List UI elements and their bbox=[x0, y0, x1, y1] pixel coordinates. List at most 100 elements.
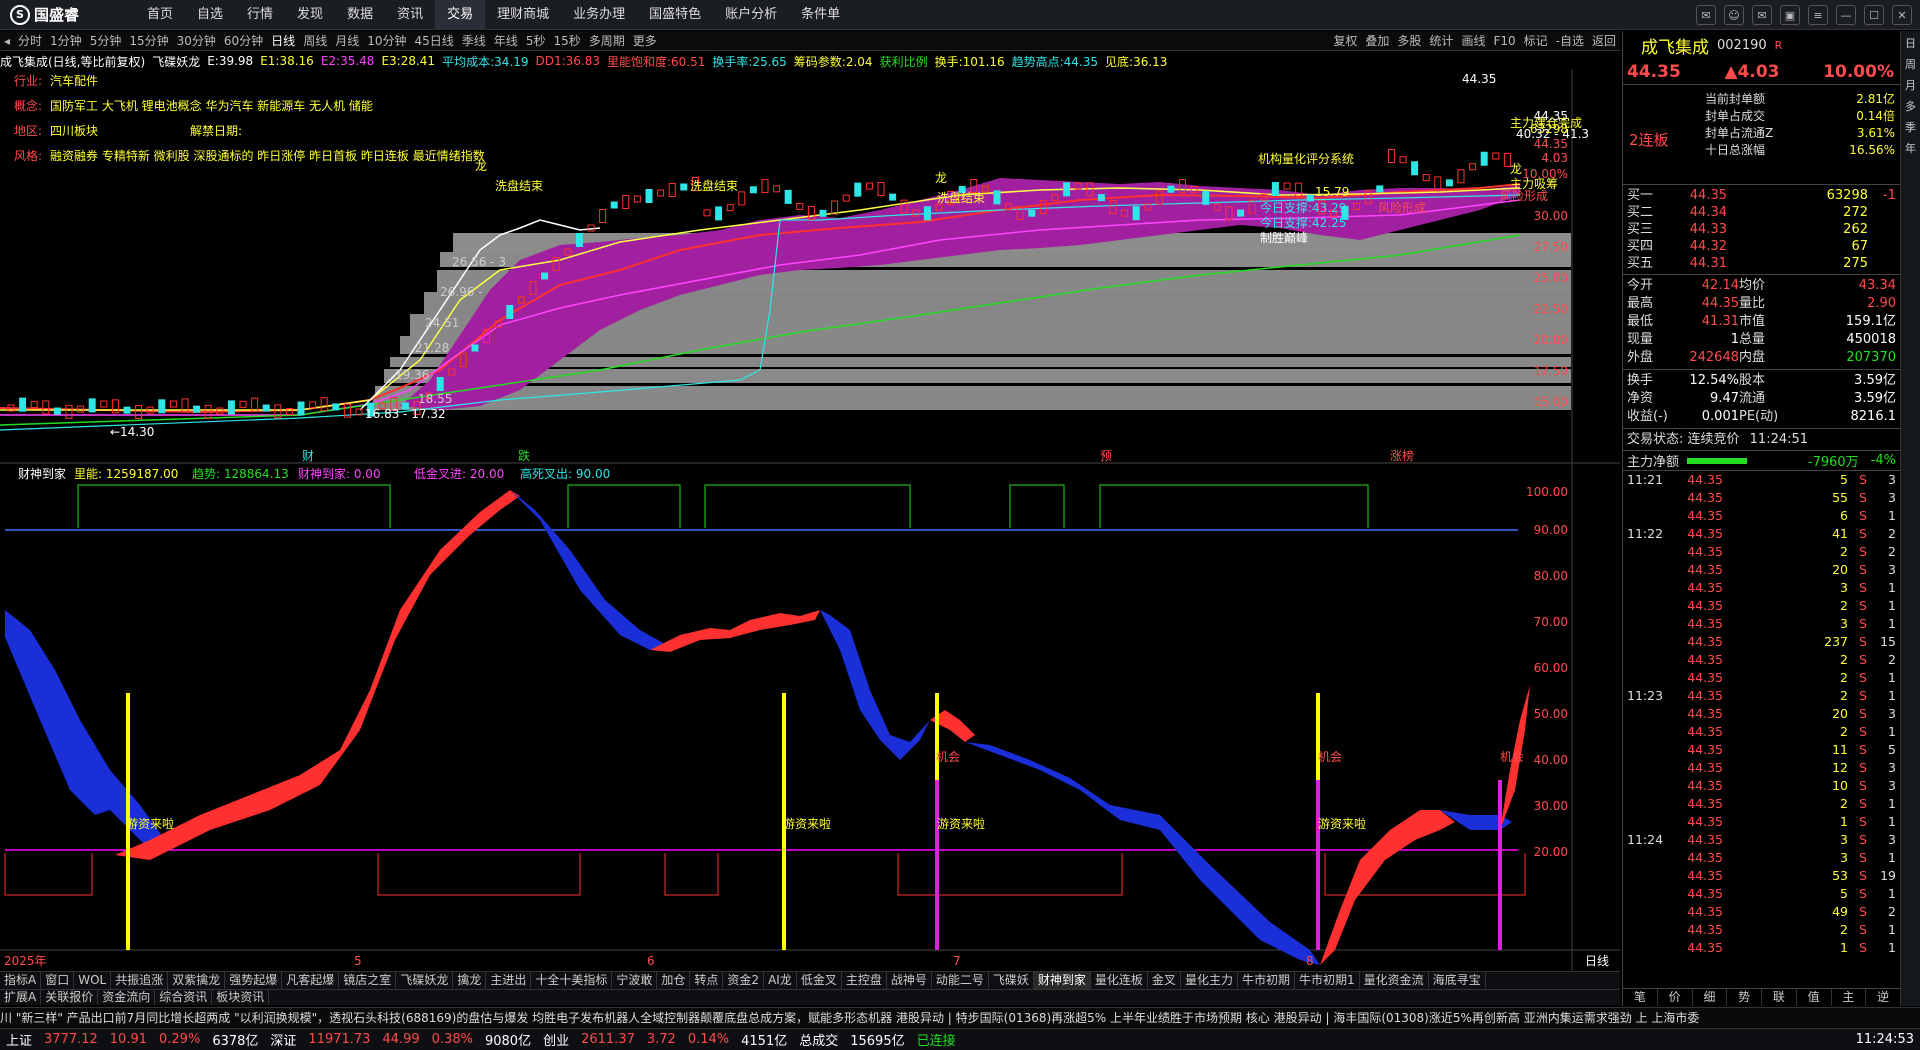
period-4[interactable]: 30分钟 bbox=[173, 31, 220, 51]
rail-item-2[interactable]: 月 bbox=[1905, 77, 1916, 95]
period-16[interactable]: 更多 bbox=[629, 31, 661, 51]
indicator-tab-28[interactable]: 量化资金流 bbox=[1360, 972, 1429, 989]
indicator-tab-10[interactable]: 主进出 bbox=[486, 972, 532, 989]
toolbar-btn-5[interactable]: F10 bbox=[1489, 31, 1519, 51]
message-icon[interactable]: ✉ bbox=[1696, 5, 1716, 25]
menu-item-5[interactable]: 资讯 bbox=[385, 0, 435, 30]
rail-item-0[interactable]: 日 bbox=[1905, 35, 1916, 53]
menu-item-3[interactable]: 发现 bbox=[285, 0, 335, 30]
rail-item-3[interactable]: 多 bbox=[1905, 98, 1916, 116]
indicator-tab-4[interactable]: 双紫擒龙 bbox=[168, 972, 226, 989]
indicator-tab-14[interactable]: 转点 bbox=[690, 972, 724, 989]
toolbar-btn-3[interactable]: 统计 bbox=[1425, 31, 1457, 51]
quote-tab-6[interactable]: 主 bbox=[1832, 989, 1867, 1006]
indicator-tab-26[interactable]: 牛市初期 bbox=[1238, 972, 1295, 989]
quote-tab-0[interactable]: 笔 bbox=[1623, 989, 1658, 1006]
period-2[interactable]: 5分钟 bbox=[86, 31, 126, 51]
indicator-tab-6[interactable]: 凡客起爆 bbox=[282, 972, 340, 989]
app-logo[interactable]: S 国盛睿 bbox=[0, 4, 135, 25]
menu-item-10[interactable]: 账户分析 bbox=[713, 0, 789, 30]
user-icon[interactable]: ☺ bbox=[1724, 5, 1744, 25]
period-8[interactable]: 月线 bbox=[331, 31, 363, 51]
tick-list[interactable]: 11:21 44.35 5 S 3 44.35 55 S 3 44.35 6 S 1 11:22 44.35… bbox=[1623, 471, 1900, 957]
indicator-tab-16[interactable]: AI龙 bbox=[764, 972, 797, 989]
book-row-4[interactable]: 买五 44.31 275 bbox=[1623, 255, 1900, 272]
ext-tab-1[interactable]: 关联报价 bbox=[41, 990, 99, 1005]
toolbar-btn-8[interactable]: 返回 bbox=[1588, 31, 1620, 51]
book-row-1[interactable]: 买二 44.34 272 bbox=[1623, 204, 1900, 221]
indicator-tab-12[interactable]: 宁波敢 bbox=[612, 972, 658, 989]
index-name-1[interactable]: 深证 bbox=[270, 1030, 296, 1049]
indicator-tab-2[interactable]: WOL bbox=[74, 972, 112, 989]
indicator-tab-0[interactable]: 指标A bbox=[0, 972, 42, 989]
indicator-tab-17[interactable]: 低金叉 bbox=[797, 972, 842, 989]
toolbar-btn-2[interactable]: 多股 bbox=[1393, 31, 1425, 51]
indicator-tab-23[interactable]: 量化连板 bbox=[1091, 972, 1148, 989]
rail-item-5[interactable]: 年 bbox=[1905, 140, 1916, 158]
menu-item-4[interactable]: 数据 bbox=[335, 0, 385, 30]
rail-item-1[interactable]: 周 bbox=[1905, 56, 1916, 74]
period-9[interactable]: 10分钟 bbox=[363, 31, 410, 51]
quote-tab-5[interactable]: 值 bbox=[1797, 989, 1832, 1006]
indicator-tab-5[interactable]: 强势起爆 bbox=[225, 972, 283, 989]
indicator-tab-20[interactable]: 动能二号 bbox=[932, 972, 989, 989]
quote-tab-2[interactable]: 细 bbox=[1693, 989, 1728, 1006]
rail-item-4[interactable]: 季 bbox=[1905, 119, 1916, 137]
ext-tab-4[interactable]: 板块资讯 bbox=[212, 990, 270, 1005]
indicator-tab-11[interactable]: 十全十美指标 bbox=[531, 972, 613, 989]
toolbar-btn-6[interactable]: 标记 bbox=[1520, 31, 1552, 51]
kline-chart[interactable]: 行业: 汽车配件 概念: 国防军工 大飞机 锂电池概念 华为汽车 新能源车 无人… bbox=[0, 70, 1620, 970]
close-icon[interactable]: ✕ bbox=[1892, 5, 1912, 25]
period-12[interactable]: 年线 bbox=[490, 31, 522, 51]
menu-item-9[interactable]: 国盛特色 bbox=[637, 0, 713, 30]
period-6[interactable]: 日线 bbox=[267, 31, 299, 51]
period-5[interactable]: 60分钟 bbox=[220, 31, 267, 51]
chart-svg[interactable]: 行业: 汽车配件 概念: 国防军工 大飞机 锂电池概念 华为汽车 新能源车 无人… bbox=[0, 70, 1620, 970]
indicator-tab-18[interactable]: 主控盘 bbox=[842, 972, 887, 989]
ext-tab-2[interactable]: 资金流向 bbox=[98, 990, 156, 1005]
indicator-tab-22[interactable]: 财神到家 bbox=[1033, 972, 1091, 989]
period-14[interactable]: 15秒 bbox=[549, 31, 584, 51]
indicator-tab-25[interactable]: 量化主力 bbox=[1181, 972, 1238, 989]
period-3[interactable]: 15分钟 bbox=[125, 31, 172, 51]
indicator-tab-7[interactable]: 镜店之室 bbox=[339, 972, 397, 989]
index-name-0[interactable]: 上证 bbox=[6, 1030, 32, 1049]
period-0[interactable]: 分时 bbox=[14, 31, 46, 51]
skin-icon[interactable]: ▣ bbox=[1780, 5, 1800, 25]
indicator-tab-29[interactable]: 海底寻宝 bbox=[1429, 972, 1486, 989]
indicator-tab-8[interactable]: 飞碟妖龙 bbox=[396, 972, 454, 989]
quote-tab-1[interactable]: 价 bbox=[1658, 989, 1693, 1006]
indicator-tab-21[interactable]: 飞碟妖 bbox=[989, 972, 1034, 989]
indicator-tab-9[interactable]: 擒龙 bbox=[453, 972, 487, 989]
indicator-tab-3[interactable]: 共振追涨 bbox=[111, 972, 169, 989]
maximize-icon[interactable]: ☐ bbox=[1864, 5, 1884, 25]
indicator-tab-13[interactable]: 加仓 bbox=[657, 972, 691, 989]
toolbar-btn-1[interactable]: 叠加 bbox=[1361, 31, 1393, 51]
menu-item-8[interactable]: 业务办理 bbox=[561, 0, 637, 30]
book-row-2[interactable]: 买三 44.33 262 bbox=[1623, 221, 1900, 238]
toggle-icon[interactable]: ◂ bbox=[0, 31, 14, 51]
period-15[interactable]: 多周期 bbox=[585, 31, 629, 51]
period-10[interactable]: 45日线 bbox=[411, 31, 458, 51]
menu-icon[interactable]: ≡ bbox=[1808, 5, 1828, 25]
quote-tab-3[interactable]: 势 bbox=[1727, 989, 1762, 1006]
index-name-2[interactable]: 创业 bbox=[543, 1030, 569, 1049]
quote-tab-7[interactable]: 逆 bbox=[1866, 989, 1901, 1006]
indicator-tab-1[interactable]: 窗口 bbox=[41, 972, 75, 989]
mail-icon[interactable]: ✉ bbox=[1752, 5, 1772, 25]
toolbar-btn-7[interactable]: -自选 bbox=[1552, 31, 1588, 51]
indicator-tab-15[interactable]: 资金2 bbox=[723, 972, 765, 989]
menu-item-7[interactable]: 理财商城 bbox=[485, 0, 561, 30]
period-13[interactable]: 5秒 bbox=[522, 31, 550, 51]
indicator-tab-24[interactable]: 金叉 bbox=[1148, 972, 1181, 989]
toolbar-btn-4[interactable]: 画线 bbox=[1457, 31, 1489, 51]
quote-tab-4[interactable]: 联 bbox=[1762, 989, 1797, 1006]
menu-item-2[interactable]: 行情 bbox=[235, 0, 285, 30]
toolbar-btn-0[interactable]: 复权 bbox=[1329, 31, 1361, 51]
news-ticker[interactable]: 川 "新三样" 产品出口前7月同比增长超两成 "以利润换规模"，透视石头科技(6… bbox=[0, 1007, 1920, 1027]
book-row-0[interactable]: 买一 44.35 63298 -1 bbox=[1623, 187, 1900, 204]
period-11[interactable]: 季线 bbox=[458, 31, 490, 51]
ext-tab-0[interactable]: 扩展A bbox=[0, 990, 42, 1005]
indicator-tab-19[interactable]: 战神号 bbox=[887, 972, 932, 989]
period-7[interactable]: 周线 bbox=[299, 31, 331, 51]
